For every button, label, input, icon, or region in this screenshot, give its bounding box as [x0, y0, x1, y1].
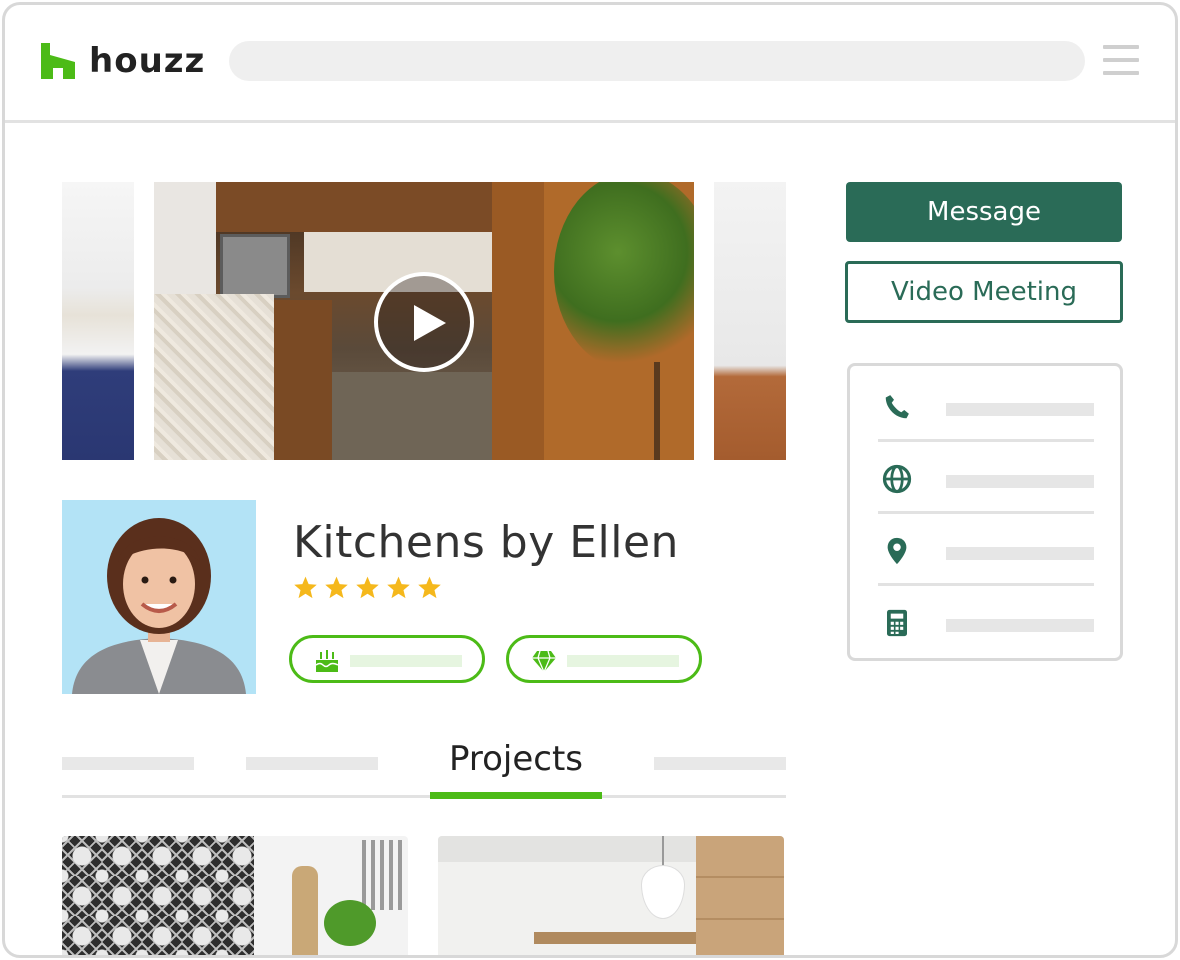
tab-projects[interactable]: Projects	[430, 733, 602, 799]
tab-placeholder[interactable]	[246, 757, 378, 770]
avatar	[62, 500, 256, 694]
video-meeting-button[interactable]: Video Meeting	[845, 261, 1123, 323]
gallery-hero-video[interactable]	[154, 182, 694, 460]
badge-anniversary[interactable]	[289, 635, 485, 683]
project-card[interactable]	[438, 836, 784, 955]
play-icon	[414, 305, 446, 341]
contact-row-cost-estimate[interactable]	[878, 586, 1094, 658]
brand-name: houzz	[89, 41, 206, 81]
tab-placeholder[interactable]	[654, 757, 786, 770]
site-header: houzz	[5, 5, 1175, 123]
rating-stars	[293, 575, 442, 600]
star-icon	[418, 576, 441, 599]
hamburger-menu-icon[interactable]	[1103, 45, 1141, 79]
search-input[interactable]	[229, 41, 1085, 81]
contact-row-phone[interactable]	[878, 370, 1094, 442]
star-icon	[387, 576, 410, 599]
houzz-logo-icon	[41, 43, 75, 79]
gallery-thumbnail-next[interactable]	[714, 182, 786, 460]
contact-row-website[interactable]	[878, 442, 1094, 514]
gallery-thumbnail-previous[interactable]	[62, 182, 134, 460]
star-icon	[325, 576, 348, 599]
pro-name: Kitchens by Ellen	[293, 517, 679, 568]
tab-placeholder[interactable]	[62, 757, 194, 770]
message-button[interactable]: Message	[846, 182, 1122, 242]
badge-diamond[interactable]	[506, 635, 702, 683]
diamond-icon	[532, 650, 556, 674]
tabs-divider	[62, 795, 786, 798]
profile-tabs: Projects	[62, 733, 786, 799]
location-pin-icon	[887, 537, 907, 565]
star-icon	[356, 576, 379, 599]
play-button[interactable]	[374, 272, 474, 372]
calculator-icon	[887, 609, 907, 637]
phone-icon	[885, 395, 909, 419]
anniversary-cake-icon	[315, 650, 339, 672]
active-tab-indicator	[430, 792, 602, 799]
star-icon	[294, 576, 317, 599]
houzz-logo[interactable]: houzz	[41, 41, 205, 81]
globe-icon	[882, 464, 912, 494]
project-card[interactable]	[62, 836, 408, 955]
contact-info-card	[847, 363, 1123, 661]
contact-row-address[interactable]	[878, 514, 1094, 586]
browser-frame: houzz Kitchens by Ellen Projects Message…	[2, 2, 1178, 958]
